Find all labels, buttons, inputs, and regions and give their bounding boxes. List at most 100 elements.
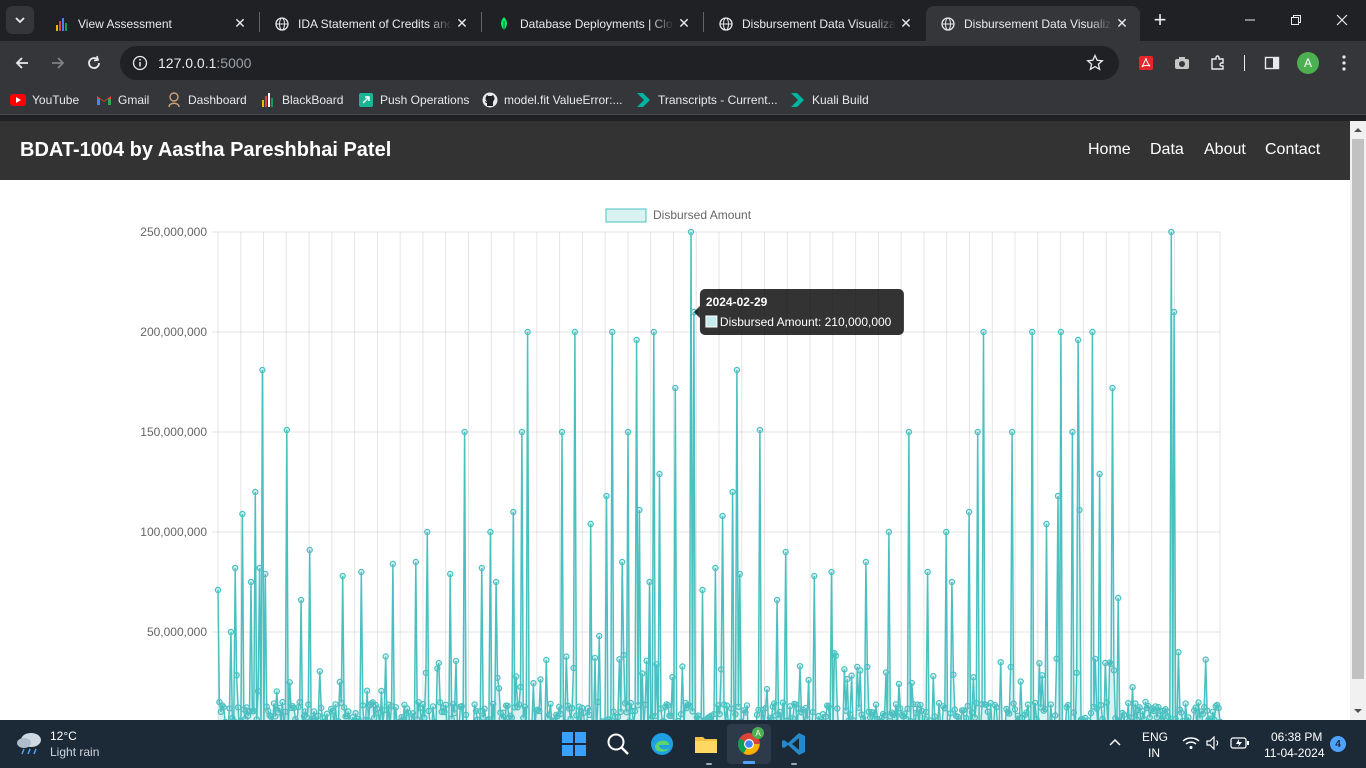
data-point[interactable] (226, 705, 233, 712)
data-point[interactable] (286, 679, 293, 686)
data-point[interactable] (1215, 704, 1222, 712)
data-point[interactable] (586, 711, 593, 719)
bookmark-kuali-build[interactable]: Kuali Build (790, 91, 869, 109)
data-point[interactable] (1017, 678, 1024, 685)
data-point[interactable] (451, 709, 458, 717)
data-point[interactable] (524, 328, 531, 336)
data-point[interactable] (679, 663, 686, 670)
site-brand[interactable]: BDAT-1004 by Aastha Pareshbhai Patel (20, 139, 391, 162)
data-point[interactable] (434, 665, 441, 672)
data-point[interactable] (1043, 520, 1050, 528)
data-point[interactable] (897, 705, 904, 712)
address-bar[interactable]: 127.0.0.1:5000 (120, 46, 1119, 80)
data-point[interactable] (718, 666, 725, 673)
tab-disbursement-2[interactable]: Disbursement Data Visualizat ✕ (926, 6, 1140, 41)
data-point[interactable] (908, 679, 916, 687)
data-point[interactable] (568, 705, 576, 712)
data-point[interactable] (735, 703, 742, 711)
data-point[interactable] (901, 710, 908, 717)
data-point[interactable] (329, 707, 336, 715)
data-point[interactable] (984, 708, 992, 715)
data-point[interactable] (1103, 699, 1111, 706)
data-point[interactable] (530, 679, 537, 687)
close-icon[interactable]: ✕ (230, 14, 250, 34)
data-point[interactable] (1036, 660, 1043, 667)
data-point[interactable] (732, 711, 739, 718)
data-point[interactable] (736, 570, 744, 578)
data-point[interactable] (656, 470, 663, 478)
data-point[interactable] (743, 702, 751, 709)
data-point[interactable] (481, 705, 488, 713)
data-point[interactable] (513, 673, 520, 680)
data-point[interactable] (796, 663, 804, 670)
data-point[interactable] (1096, 470, 1103, 478)
bookmark-transcripts[interactable]: Transcripts - Current... (636, 91, 778, 109)
data-point[interactable] (965, 508, 973, 516)
data-point[interactable] (864, 663, 871, 671)
data-point[interactable] (699, 586, 706, 594)
data-point[interactable] (458, 703, 465, 710)
scroll-down-icon[interactable] (1350, 704, 1366, 718)
data-point[interactable] (578, 704, 586, 712)
data-point[interactable] (1031, 699, 1039, 707)
data-point[interactable] (672, 384, 679, 392)
data-point[interactable] (1097, 701, 1105, 709)
close-icon[interactable]: ✕ (1112, 14, 1132, 34)
data-point[interactable] (282, 708, 289, 716)
data-point[interactable] (742, 709, 749, 716)
data-point[interactable] (310, 708, 318, 715)
reload-button[interactable] (80, 49, 108, 77)
data-point[interactable] (510, 508, 517, 516)
data-point[interactable] (1010, 700, 1017, 707)
pdf-extension-button[interactable] (1132, 49, 1160, 77)
data-point[interactable] (231, 564, 239, 572)
data-point[interactable] (1125, 700, 1132, 707)
data-point[interactable] (869, 709, 877, 716)
data-point[interactable] (686, 702, 693, 709)
data-point[interactable] (302, 708, 309, 715)
data-point[interactable] (363, 687, 371, 694)
data-point[interactable] (729, 488, 736, 496)
camera-extension-button[interactable] (1168, 49, 1196, 77)
data-point[interactable] (782, 548, 789, 556)
data-point[interactable] (1024, 701, 1032, 708)
data-point[interactable] (1023, 709, 1030, 716)
data-point[interactable] (1069, 428, 1076, 436)
data-point[interactable] (715, 702, 722, 709)
clock-time[interactable]: 06:38 PM (1271, 730, 1322, 744)
restore-button[interactable] (1282, 6, 1310, 34)
menu-button[interactable] (1330, 49, 1358, 77)
data-point[interactable] (862, 558, 870, 566)
data-point[interactable] (609, 328, 616, 336)
data-point[interactable] (273, 688, 280, 695)
data-point[interactable] (828, 568, 835, 576)
data-point[interactable] (1109, 384, 1116, 392)
nav-about[interactable]: About (1204, 141, 1246, 159)
data-point[interactable] (619, 558, 626, 566)
data-point[interactable] (716, 710, 723, 718)
data-point[interactable] (594, 698, 602, 706)
data-point[interactable] (1008, 428, 1016, 436)
data-point[interactable] (515, 701, 523, 708)
tab-database-deployments[interactable]: Database Deployments | Clo ✕ (482, 6, 702, 41)
data-point[interactable] (214, 586, 222, 594)
minimize-button[interactable] (1236, 6, 1264, 34)
bookmark-youtube[interactable]: YouTube (10, 91, 79, 109)
data-point[interactable] (1182, 700, 1189, 707)
data-point[interactable] (494, 674, 501, 682)
data-point[interactable] (557, 710, 564, 718)
data-point[interactable] (802, 704, 809, 712)
data-point[interactable] (378, 687, 385, 695)
data-point[interactable] (762, 704, 769, 712)
data-point[interactable] (950, 671, 957, 678)
data-point[interactable] (419, 700, 427, 708)
data-point[interactable] (490, 700, 497, 708)
data-point[interactable] (254, 687, 262, 695)
data-point[interactable] (776, 708, 784, 716)
start-button[interactable] (562, 732, 586, 761)
data-point[interactable] (712, 564, 719, 572)
data-point[interactable] (563, 653, 570, 660)
data-point[interactable] (652, 712, 659, 720)
data-point[interactable] (556, 703, 563, 711)
profile-button[interactable]: A (1294, 49, 1322, 77)
